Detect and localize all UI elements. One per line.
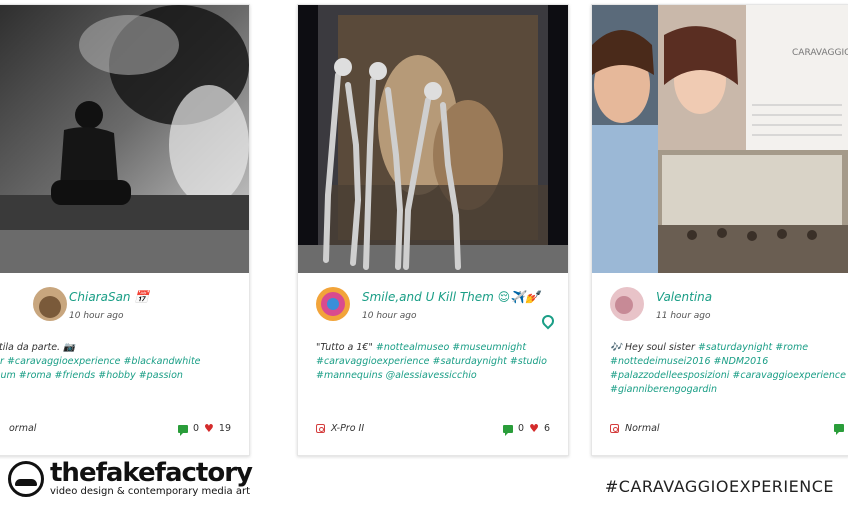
post-time: 11 hour ago bbox=[656, 311, 711, 321]
post-time: 10 hour ago bbox=[69, 311, 124, 321]
post-card-3[interactable]: CARAVAGGIO Valentina 11 hour ago 🎶 Hey s… bbox=[591, 4, 848, 456]
post-time: 10 hour ago bbox=[362, 311, 417, 321]
comment-count: 0 bbox=[518, 423, 525, 434]
avatar[interactable] bbox=[610, 287, 644, 321]
caption-text: "Tutto a 1€" bbox=[316, 342, 373, 353]
post-caption: "Tutto a 1€" #nottealmuseo #museumnight … bbox=[316, 341, 556, 383]
post-footer: X-Pro II 0 ♥ 6 bbox=[316, 421, 550, 437]
brand-name: thefakefactory bbox=[50, 458, 253, 488]
event-hashtag: #CARAVAGGIOEXPERIENCE bbox=[604, 477, 834, 496]
caption-text: 🎶 Hey soul sister bbox=[610, 342, 695, 353]
caption-tags[interactable]: #photographer #caravaggioexperience #bla… bbox=[0, 355, 227, 383]
avatar[interactable] bbox=[33, 287, 67, 321]
heart-icon[interactable]: ♥ bbox=[204, 422, 214, 435]
post-photo[interactable]: CARAVAGGIO bbox=[592, 5, 848, 273]
like-count: 19 bbox=[218, 423, 231, 434]
instagram-icon bbox=[316, 424, 325, 433]
filter-name: ormal bbox=[9, 423, 37, 434]
filter-name: X-Pro II bbox=[331, 423, 365, 434]
username[interactable]: Smile,and U Kill Them 😌✈️💅 bbox=[362, 290, 540, 304]
post-photo[interactable] bbox=[0, 5, 249, 273]
comment-icon[interactable] bbox=[833, 423, 844, 435]
post-card-2[interactable]: Smile,and U Kill Them 😌✈️💅 10 hour ago "… bbox=[297, 4, 569, 456]
comment-count: 0 bbox=[192, 423, 200, 434]
avatar[interactable] bbox=[316, 287, 350, 321]
username[interactable]: ChiaraSan 📅 bbox=[69, 290, 149, 304]
post-photo[interactable] bbox=[298, 5, 568, 273]
mustache-logo-icon bbox=[8, 460, 44, 497]
post-card-1[interactable]: ChiaraSan 📅 10 hour ago ra l'arte e mett… bbox=[0, 4, 250, 456]
brand-tagline: video design & contemporary media art bbox=[50, 486, 250, 497]
filter-name: Normal bbox=[625, 423, 660, 434]
heart-icon[interactable]: ♥ bbox=[529, 422, 539, 435]
filter-label: Normal bbox=[610, 423, 660, 434]
filter-label: X-Pro II bbox=[316, 423, 364, 434]
post-stats: 0 bbox=[833, 422, 848, 435]
post-caption: ra l'arte e mettila da parte. 📷 #photogr… bbox=[0, 341, 227, 383]
filter-label: ormal bbox=[0, 423, 36, 434]
post-stats: 0 ♥ 19 bbox=[177, 422, 231, 436]
photo-signage: CARAVAGGIO bbox=[792, 48, 848, 58]
comment-icon[interactable] bbox=[177, 424, 188, 436]
location-pin-icon[interactable] bbox=[539, 312, 557, 330]
instagram-icon bbox=[610, 424, 619, 433]
post-stats: 0 ♥ 6 bbox=[503, 422, 550, 436]
post-footer: Normal 0 bbox=[610, 421, 848, 437]
brand-logo: thefakefactory video design & contempora… bbox=[8, 458, 253, 497]
comment-icon[interactable] bbox=[503, 424, 514, 436]
caption-text: ra l'arte e mettila da parte. 📷 bbox=[0, 342, 75, 353]
username[interactable]: Valentina bbox=[656, 290, 712, 304]
post-footer: ormal 0 ♥ 19 bbox=[0, 421, 231, 437]
like-count: 6 bbox=[543, 423, 550, 434]
post-caption: 🎶 Hey soul sister #saturdaynight #rome #… bbox=[610, 341, 848, 397]
